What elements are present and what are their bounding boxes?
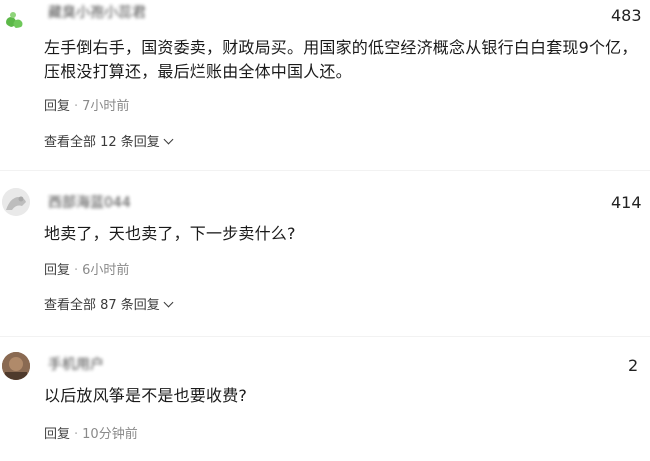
username[interactable]: 手机用户: [48, 354, 104, 374]
user-avatar[interactable]: [2, 188, 30, 216]
view-replies-label: 查看全部 12 条回复: [44, 135, 160, 150]
photo-avatar-icon: [2, 352, 30, 380]
chevron-down-icon: [163, 134, 174, 145]
comment-time: 7小时前: [82, 99, 130, 114]
comment-meta: 回复 · 10分钟前: [44, 423, 138, 442]
chevron-down-icon: [163, 297, 174, 308]
view-all-replies-link[interactable]: 查看全部 12 条回复: [44, 131, 174, 150]
clover-avatar-icon: [6, 12, 23, 28]
user-avatar[interactable]: [2, 0, 30, 28]
divider: [0, 170, 650, 171]
view-all-replies-link[interactable]: 查看全部 87 条回复: [44, 294, 174, 313]
comment-item: 藏臭小孢小蕊君 483 左手倒右手，国资委卖，财政局买。用国家的低空经济概念从银…: [0, 0, 650, 160]
reply-button[interactable]: 回复: [44, 263, 70, 278]
like-count[interactable]: 483: [611, 6, 642, 25]
like-count[interactable]: 2: [628, 356, 638, 375]
username[interactable]: 西部海蓝044: [48, 192, 131, 212]
comment-text: 以后放风筝是不是也要收费?: [44, 386, 248, 405]
comment-item: 西部海蓝044 414 地卖了，天也卖了，下一步卖什么? 回复 · 6小时前 查看全…: [0, 186, 650, 326]
reply-button[interactable]: 回复: [44, 427, 70, 442]
comment-time: 10分钟前: [82, 427, 138, 442]
reply-button[interactable]: 回复: [44, 99, 70, 114]
comment-text: 地卖了，天也卖了，下一步卖什么?: [44, 224, 296, 243]
comment-meta: 回复 · 6小时前: [44, 259, 129, 278]
comment-list: 藏臭小孢小蕊君 483 左手倒右手，国资委卖，财政局买。用国家的低空经济概念从银…: [0, 0, 650, 461]
meta-separator: ·: [74, 427, 79, 442]
meta-separator: ·: [74, 263, 79, 278]
view-replies-label: 查看全部 87 条回复: [44, 298, 160, 313]
comment-item: 手机用户 2 以后放风筝是不是也要收费? 回复 · 10分钟前: [0, 350, 650, 461]
meta-separator: ·: [74, 99, 79, 114]
comment-text: 左手倒右手，国资委卖，财政局买。用国家的低空经济概念从银行白白套现9个亿，压根没…: [44, 38, 638, 81]
user-avatar[interactable]: [2, 352, 30, 380]
user-avatar-icon: [2, 188, 30, 216]
comment-meta: 回复 · 7小时前: [44, 95, 129, 114]
like-count[interactable]: 414: [611, 193, 642, 212]
divider: [0, 336, 650, 337]
username[interactable]: 藏臭小孢小蕊君: [48, 2, 146, 22]
comment-time: 6小时前: [82, 263, 130, 278]
